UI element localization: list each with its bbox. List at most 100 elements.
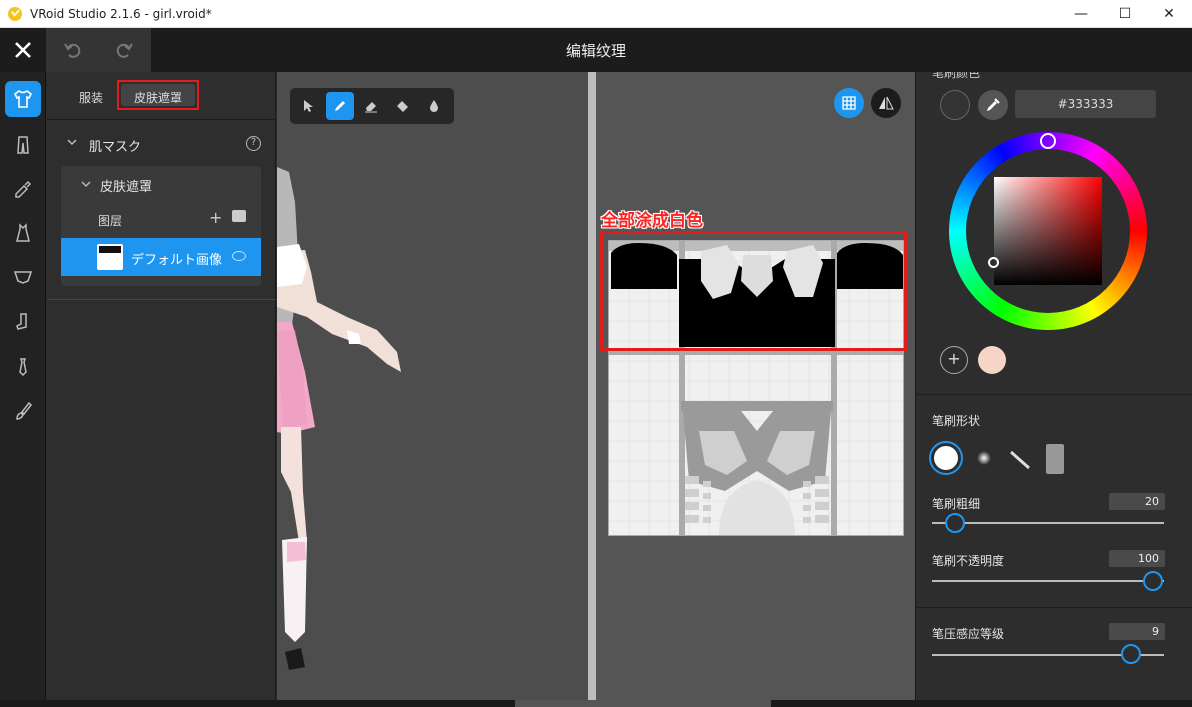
undo-redo-group — [46, 28, 151, 72]
hue-wheel[interactable] — [949, 132, 1147, 330]
pants-icon — [17, 136, 29, 154]
redo-button[interactable] — [109, 35, 139, 65]
window-titlebar: VRoid Studio 2.1.6 - girl.vroid* — ☐ ✕ — [0, 0, 1192, 28]
water-drop-icon — [430, 100, 438, 112]
section-title: 肌マスク — [89, 140, 142, 155]
brush-shape-line[interactable] — [1008, 448, 1032, 472]
app-header: 编辑纹理 — [0, 28, 1192, 72]
hue-knob[interactable] — [1040, 133, 1056, 149]
drawing-toolbar — [290, 88, 454, 124]
close-editor-button[interactable] — [0, 28, 46, 72]
divider — [916, 394, 1192, 395]
annotation-label: 全部涂成白色 — [601, 211, 703, 231]
pressure-label: 笔压感应等级 — [932, 627, 1005, 641]
brush-opacity-slider[interactable] — [932, 580, 1164, 582]
rail-item-dress[interactable] — [5, 215, 41, 251]
brush-opacity-label: 笔刷不透明度 — [932, 554, 1005, 568]
layers-label: 图层 — [98, 214, 123, 228]
3d-viewport[interactable] — [277, 72, 588, 700]
pen-tool-button[interactable] — [326, 92, 354, 120]
rail-item-tools[interactable] — [5, 171, 41, 207]
blur-tool-button[interactable] — [420, 92, 448, 120]
sock-icon — [16, 313, 27, 330]
visibility-eye-icon[interactable] — [232, 251, 246, 261]
brush-size-slider[interactable] — [932, 522, 1164, 524]
brush-size-value[interactable]: 20 — [1109, 493, 1165, 510]
brush-size-slider-knob[interactable] — [945, 513, 965, 533]
rail-item-tops[interactable] — [5, 81, 41, 117]
add-layer-button[interactable]: + — [209, 208, 222, 227]
undo-button[interactable] — [58, 35, 88, 65]
mirror-icon — [879, 96, 894, 110]
eyedropper-button[interactable] — [978, 90, 1008, 120]
hex-color-input[interactable]: #333333 — [1015, 90, 1156, 118]
chevron-down-icon — [67, 138, 77, 149]
tab-clothing[interactable]: 服装 — [79, 89, 103, 106]
brush-color-title: 笔刷颜色 — [932, 72, 981, 80]
brush-shape-texture[interactable] — [1046, 444, 1064, 474]
bottom-scrollbar — [0, 700, 1192, 707]
texture-canvas-panel[interactable]: 全部涂成白色 — [596, 72, 915, 700]
app-window: VRoid Studio 2.1.6 - girl.vroid* — ☐ ✕ 编… — [0, 0, 1192, 707]
brush-shape-soft[interactable] — [974, 448, 994, 468]
eraser-icon — [365, 102, 377, 113]
fill-tool-button[interactable] — [389, 92, 417, 120]
grid-icon — [842, 96, 856, 110]
rail-item-accessory[interactable] — [5, 349, 41, 385]
current-color-swatch[interactable] — [940, 90, 970, 120]
select-tool-button[interactable] — [294, 92, 322, 120]
section-header[interactable]: 肌マスク ? — [47, 130, 276, 160]
highlight-box-texture — [600, 231, 907, 351]
rail-item-bottoms[interactable] — [5, 127, 41, 163]
saved-color-swatch[interactable] — [978, 346, 1006, 374]
sv-knob[interactable] — [988, 257, 999, 268]
tab-bar: 服装 皮肤遮罩 — [47, 72, 276, 120]
window-close-button[interactable]: ✕ — [1146, 0, 1192, 28]
add-swatch-button[interactable]: + — [940, 346, 968, 374]
brush-opacity-slider-knob[interactable] — [1143, 571, 1163, 591]
window-title: VRoid Studio 2.1.6 - girl.vroid* — [30, 6, 212, 21]
panel-splitter[interactable] — [588, 72, 596, 700]
highlight-box-tab — [117, 80, 199, 110]
paint-brush-icon — [16, 401, 32, 420]
scrollbar-thumb[interactable] — [515, 700, 771, 707]
close-icon — [15, 42, 31, 58]
brush-opacity-value[interactable]: 100 — [1109, 550, 1165, 567]
rail-item-paint[interactable] — [5, 393, 41, 429]
eraser-tool-button[interactable] — [357, 92, 385, 120]
redo-icon — [116, 43, 133, 58]
pressure-value[interactable]: 9 — [1109, 623, 1165, 640]
layer-name: デフォルト画像 — [131, 253, 223, 268]
rail-item-underwear[interactable] — [5, 259, 41, 295]
help-icon[interactable]: ? — [246, 136, 261, 151]
fill-bucket-icon — [397, 101, 408, 112]
brush-tool-icon — [15, 180, 32, 198]
brush-shape-round[interactable] — [929, 441, 963, 475]
tie-icon — [19, 358, 27, 377]
pressure-slider-knob[interactable] — [1121, 644, 1141, 664]
chevron-down-icon[interactable] — [81, 180, 91, 191]
group-title: 皮肤遮罩 — [100, 180, 153, 195]
cursor-icon — [304, 100, 313, 112]
rail-item-socks[interactable] — [5, 304, 41, 340]
eyedropper-icon — [987, 98, 1000, 111]
character-model — [277, 167, 401, 670]
vroid-app-icon — [8, 6, 22, 21]
category-rail — [0, 72, 46, 700]
brush-settings-panel: 笔刷颜色 #333333 + 笔刷形状 笔刷粗细 20 笔刷不透明度 100 笔… — [915, 72, 1192, 700]
maximize-button[interactable]: ☐ — [1102, 0, 1148, 28]
shirt-icon — [13, 90, 33, 108]
mirror-toggle-button[interactable] — [871, 88, 901, 118]
layer-panel: 服装 皮肤遮罩 肌マスク ? 皮肤遮罩 图层 + デフォルト画像 — [47, 72, 276, 700]
saturation-value-square[interactable] — [994, 177, 1102, 285]
layer-thumbnail — [97, 244, 123, 270]
grid-toggle-button[interactable] — [834, 88, 864, 118]
add-image-layer-icon[interactable] — [232, 210, 246, 222]
brush-shape-label: 笔刷形状 — [932, 414, 981, 428]
layer-row[interactable]: デフォルト画像 — [61, 238, 261, 276]
bra-icon — [13, 271, 33, 284]
minimize-button[interactable]: — — [1058, 0, 1104, 28]
panel-divider — [47, 299, 276, 300]
divider — [916, 607, 1192, 608]
dress-icon — [16, 223, 30, 242]
